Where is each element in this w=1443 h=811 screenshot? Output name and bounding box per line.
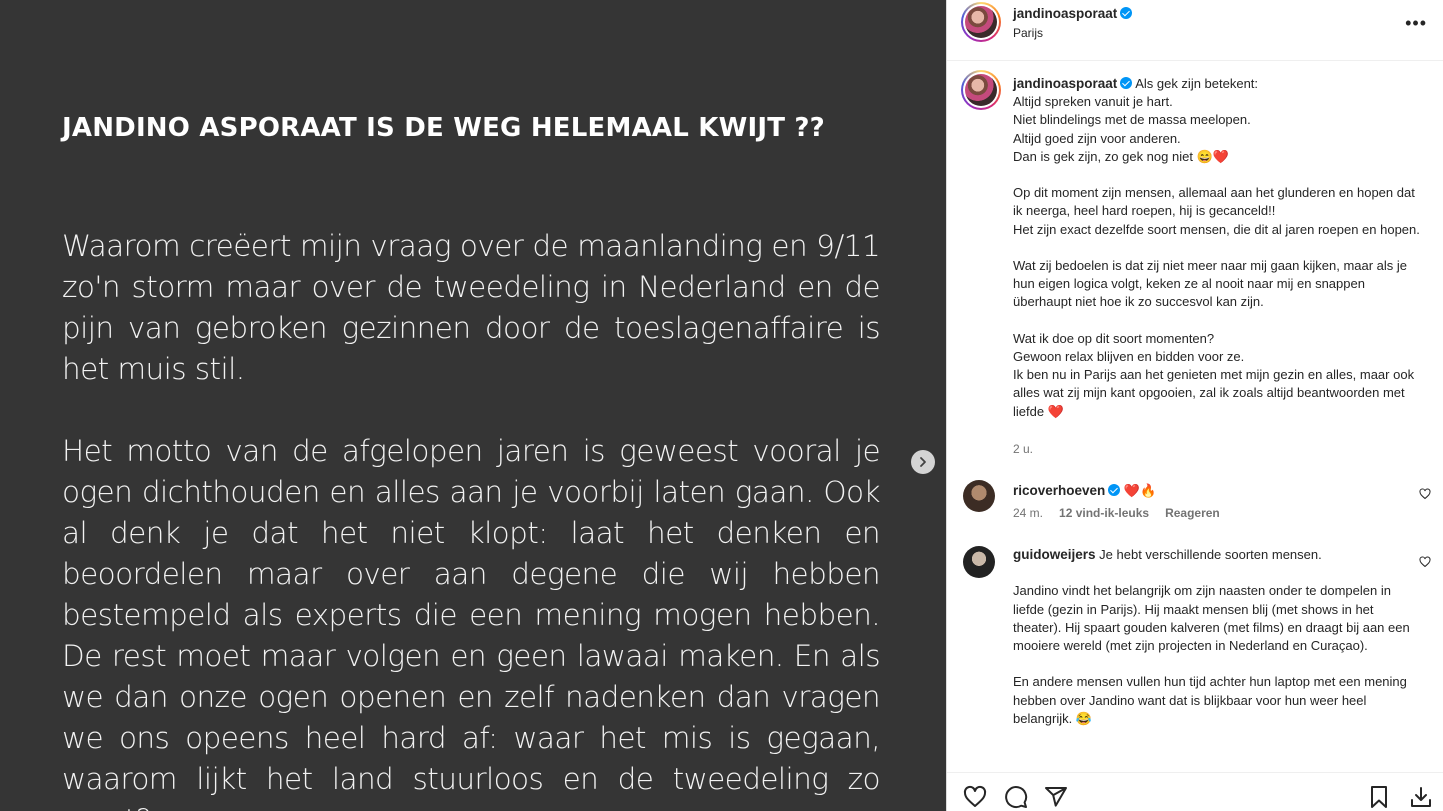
post-paragraph-2: Het motto van de afgelopen jaren is gewe…: [62, 434, 881, 811]
verified-badge-icon: [1120, 77, 1133, 89]
comment-text-block: ricoverhoeven ❤️🔥: [1013, 482, 1413, 500]
bookmark-icon[interactable]: [1367, 785, 1391, 809]
comment-username[interactable]: guidoweijers: [1013, 547, 1096, 562]
post-image: JANDINO ASPORAAT IS DE WEG HELEMAAL KWIJ…: [0, 0, 946, 811]
chevron-right-icon: [920, 457, 926, 467]
comment-body: ❤️🔥: [1123, 483, 1157, 498]
verified-badge-icon: [1108, 484, 1121, 496]
caption-text-block: jandinoasporaat Als gek zijn betekent: A…: [1013, 75, 1423, 421]
caption-username[interactable]: jandinoasporaat: [1013, 76, 1117, 91]
comment-text-block: guidoweijers Je hebt verschillende soort…: [1013, 546, 1413, 728]
verified-badge-icon: [1120, 7, 1133, 19]
header-username-text[interactable]: jandinoasporaat: [1013, 6, 1117, 21]
share-icon[interactable]: [1044, 785, 1068, 809]
comment-avatar[interactable]: [963, 546, 995, 578]
comment-likes[interactable]: 12 vind-ik-leuks: [1059, 506, 1149, 520]
comment-avatar[interactable]: [963, 480, 995, 512]
comment-meta: 24 m. 12 vind-ik-leuks Reageren: [1013, 506, 1220, 520]
caption-avatar[interactable]: [961, 70, 1001, 110]
comment-timestamp[interactable]: 24 m.: [1013, 506, 1043, 520]
post-side-panel: jandinoasporaat Parijs ••• jandinoaspora…: [946, 0, 1443, 811]
action-bar: [947, 772, 1443, 811]
avatar[interactable]: [961, 2, 1001, 42]
comment-like-icon[interactable]: [1419, 556, 1431, 568]
comments-section[interactable]: jandinoasporaat Als gek zijn betekent: A…: [947, 62, 1443, 764]
comment-username[interactable]: ricoverhoeven: [1013, 483, 1105, 498]
comment-like-icon[interactable]: [1419, 488, 1431, 500]
caption-timestamp[interactable]: 2 u.: [1013, 442, 1033, 456]
header-username[interactable]: jandinoasporaat: [1013, 6, 1133, 21]
post-title: JANDINO ASPORAAT IS DE WEG HELEMAAL KWIJ…: [62, 113, 825, 143]
caption-body: Als gek zijn betekent: Altijd spreken va…: [1013, 76, 1420, 419]
header-location[interactable]: Parijs: [1013, 26, 1043, 40]
post-paragraph-1: Waarom creëert mijn vraag over de maanla…: [62, 229, 881, 386]
comment-body: Je hebt verschillende soorten mensen. Ja…: [1013, 547, 1410, 726]
next-slide-button[interactable]: [911, 450, 935, 474]
comment-icon[interactable]: [1004, 785, 1028, 809]
more-options-button[interactable]: •••: [1405, 13, 1427, 34]
heart-icon[interactable]: [963, 785, 987, 809]
download-icon[interactable]: [1409, 785, 1433, 809]
post-header: jandinoasporaat Parijs •••: [947, 0, 1443, 61]
reply-button[interactable]: Reageren: [1165, 506, 1220, 520]
